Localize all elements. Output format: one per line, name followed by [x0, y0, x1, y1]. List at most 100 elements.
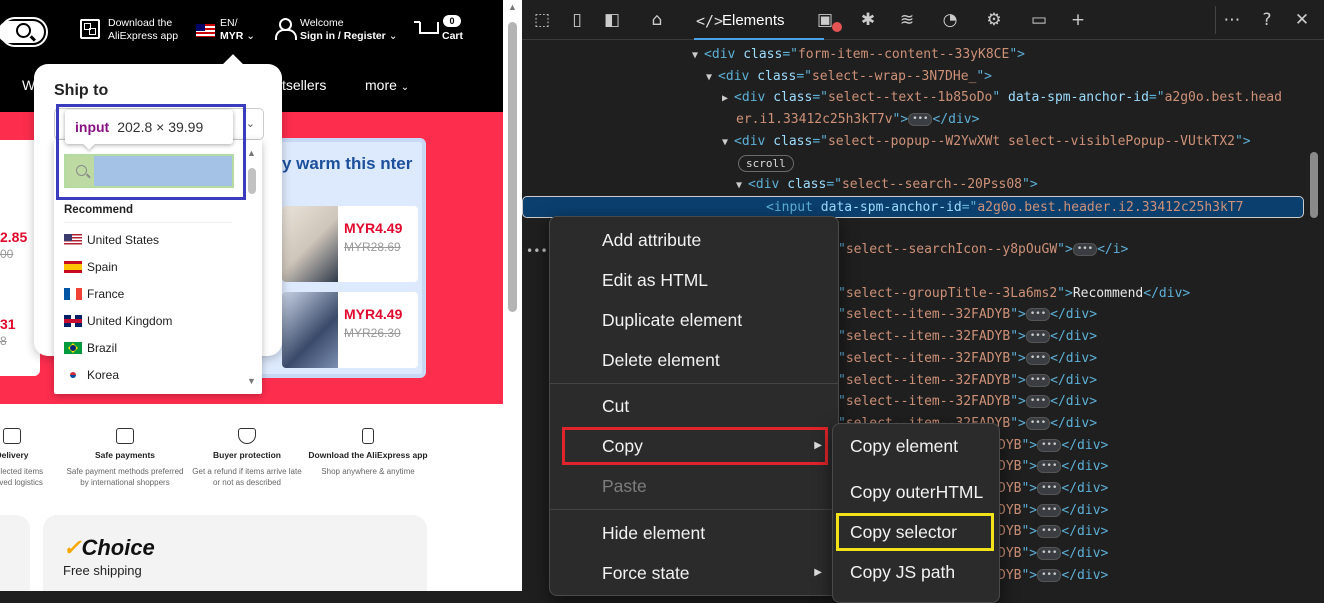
- menu-item-edit-as-html[interactable]: Edit as HTML: [550, 262, 838, 298]
- attr-value: select--groupTitle--3La6ms2: [845, 285, 1058, 301]
- ellipsis-badge[interactable]: •••: [908, 113, 933, 127]
- left-price-2: 31: [0, 316, 16, 332]
- dom-line[interactable]: ▼ <div class="form-item--content--33yK8C…: [522, 44, 1304, 66]
- qr-code-icon: [80, 19, 100, 39]
- group-title: Recommend: [64, 204, 134, 216]
- dom-line[interactable]: ▼ <div class="select--search--20Pss08">: [522, 174, 1304, 196]
- ellipsis-badge[interactable]: •••: [1025, 308, 1051, 322]
- submenu-arrow-icon: ▶: [814, 567, 822, 578]
- chevron-down-icon: ⌄: [245, 118, 255, 130]
- choice-card[interactable]: ✓Choice Free shipping: [43, 515, 427, 591]
- attr-value: DYB: [998, 481, 1022, 496]
- code-brackets-icon: </>: [696, 12, 724, 30]
- menu-item-add-attribute[interactable]: Add attribute: [550, 222, 838, 258]
- devtools-toolbar: ⬚ ▯ ◧ ⌂ </> Elements ▣ ✱ ≋ ◔ ⚙ ▭ + ⋯ ? ✕: [522, 0, 1324, 40]
- country-name: Korea: [87, 368, 120, 382]
- ellipsis-badge[interactable]: •••: [1025, 395, 1051, 409]
- feature-text: Safe payment methods preferred: [66, 467, 184, 476]
- country-option[interactable]: France: [64, 284, 124, 304]
- dom-line[interactable]: ▼ <div class="select--wrap--3N7DHe_">: [522, 66, 1304, 88]
- dom-tree-scrollbar[interactable]: [1304, 44, 1324, 591]
- bug-icon[interactable]: ✱: [858, 10, 878, 30]
- more-options-icon[interactable]: ⋯: [1222, 10, 1242, 30]
- signin-link[interactable]: Sign in / Register: [300, 30, 386, 42]
- menu-item-cut[interactable]: Cut: [550, 388, 838, 424]
- dom-line[interactable]: scroll: [522, 153, 1304, 175]
- dom-line-selected[interactable]: <input data-spm-anchor-id="a2g0o.best.he…: [522, 195, 1304, 218]
- ellipsis-badge[interactable]: •••: [1037, 525, 1062, 539]
- attr-value: select--search--20Pss08: [841, 177, 1022, 193]
- product-price: MYR4.49: [344, 306, 403, 322]
- website-panel: Download the AliExpress app EN/MYR ⌄ Welc…: [0, 0, 522, 591]
- attr-name: data-spm-anchor-id: [1008, 90, 1149, 106]
- attr-value: DYB: [998, 459, 1022, 475]
- ellipsis-badge[interactable]: •••: [1025, 416, 1051, 430]
- dock-side-icon[interactable]: ◧: [602, 10, 622, 30]
- close-icon[interactable]: ✕: [1292, 10, 1312, 30]
- wifi-network-icon[interactable]: ≋: [897, 10, 917, 30]
- language-currency-selector[interactable]: EN/MYR ⌄: [220, 17, 255, 43]
- dropdown-scrollbar[interactable]: ▲ ▼: [246, 148, 260, 388]
- ellipsis-badge[interactable]: •••: [1037, 547, 1062, 561]
- download-app-link[interactable]: Download the AliExpress app: [108, 17, 178, 43]
- force-state-label: Force state: [602, 563, 690, 583]
- feature-text: by international shoppers: [80, 478, 170, 487]
- nav-item-bestsellers[interactable]: tsellers: [282, 77, 326, 93]
- feature-buyer-protection: Buyer protection Get a refund if items ar…: [187, 428, 307, 488]
- ellipsis-badge[interactable]: •••: [1025, 373, 1051, 387]
- scroll-badge[interactable]: scroll: [738, 154, 794, 172]
- tab-elements[interactable]: </> Elements: [694, 0, 824, 40]
- us-flag-icon: [64, 233, 82, 246]
- ellipsis-badge[interactable]: •••: [1072, 243, 1098, 257]
- page-scrollbar[interactable]: ▲: [503, 0, 522, 591]
- country-option[interactable]: United Kingdom: [64, 311, 172, 331]
- ellipsis-badge[interactable]: •••: [1037, 438, 1062, 452]
- menu-item-force-state[interactable]: Force state ▶: [550, 555, 838, 591]
- country-name: Brazil: [87, 341, 118, 355]
- attr-value: select--item--32FADYB: [845, 307, 1011, 323]
- ellipsis-badge[interactable]: •••: [1037, 482, 1062, 495]
- menu-item-copy-outerhtml[interactable]: Copy outerHTML: [833, 474, 999, 510]
- menu-item-copy-element[interactable]: Copy element: [833, 428, 999, 464]
- ellipsis-badge[interactable]: •••: [1025, 330, 1051, 344]
- country-option[interactable]: Spain: [64, 257, 118, 277]
- memory-chip-icon[interactable]: ⚙: [984, 10, 1004, 30]
- feature-safe-payments: Safe payments Safe payment methods prefer…: [65, 428, 185, 488]
- cart-label[interactable]: Cart: [442, 30, 463, 43]
- menu-item-delete-element[interactable]: Delete element: [550, 342, 838, 378]
- nav-item-more[interactable]: more ⌄: [365, 77, 409, 93]
- attr-name: data-spm-anchor-id: [820, 199, 962, 215]
- search-button[interactable]: [0, 17, 48, 47]
- promo-product-1[interactable]: MYR4.49 MYR28.69: [282, 206, 418, 282]
- promo-product-2[interactable]: MYR4.49 MYR26.30: [282, 292, 418, 368]
- feature-delivery: Delivery on selected items mproved logisti…: [0, 428, 72, 488]
- ellipsis-badge[interactable]: •••: [1037, 460, 1062, 474]
- device-emulation-icon[interactable]: ▯: [567, 10, 587, 30]
- menu-item-copy-js-path[interactable]: Copy JS path: [833, 554, 999, 590]
- attr-value: DYB: [998, 437, 1022, 453]
- menu-item-hide-element[interactable]: Hide element: [550, 515, 838, 551]
- country-option[interactable]: United States: [64, 230, 159, 250]
- product-image: [282, 292, 338, 368]
- ellipsis-badge[interactable]: •••: [1037, 503, 1062, 517]
- country-option[interactable]: Korea: [64, 365, 119, 385]
- ellipsis-badge[interactable]: •••: [1025, 351, 1051, 365]
- country-option[interactable]: Brazil: [64, 338, 117, 358]
- menu-item-paste: Paste: [602, 476, 647, 496]
- cart-icon[interactable]: [414, 19, 439, 39]
- left-old-price-2: 8: [0, 334, 7, 348]
- menu-item-duplicate-element[interactable]: Duplicate element: [550, 302, 838, 338]
- dom-line[interactable]: ▼ <div class="select--popup--W2YwXWt sel…: [522, 131, 1304, 153]
- ellipsis-badge[interactable]: •••: [1037, 568, 1062, 582]
- dom-line[interactable]: ▶ <div class="select--text--1b85oDo" dat…: [522, 87, 1304, 109]
- inspect-element-icon[interactable]: ⬚: [532, 10, 552, 30]
- chevron-down-icon: ⌄: [400, 82, 410, 93]
- welcome-home-icon[interactable]: ⌂: [647, 10, 667, 30]
- account-menu[interactable]: Welcome Sign in / Register ⌄: [300, 17, 398, 43]
- dom-line[interactable]: er.i1.33412c25h3kT7v"> ••• </div>: [522, 109, 1304, 131]
- application-icon[interactable]: ▭: [1029, 10, 1049, 30]
- help-icon[interactable]: ?: [1257, 10, 1277, 30]
- more-actions-icon[interactable]: •••: [526, 244, 548, 258]
- performance-icon[interactable]: ◔: [940, 10, 960, 30]
- more-tools-plus-icon[interactable]: +: [1068, 10, 1088, 30]
